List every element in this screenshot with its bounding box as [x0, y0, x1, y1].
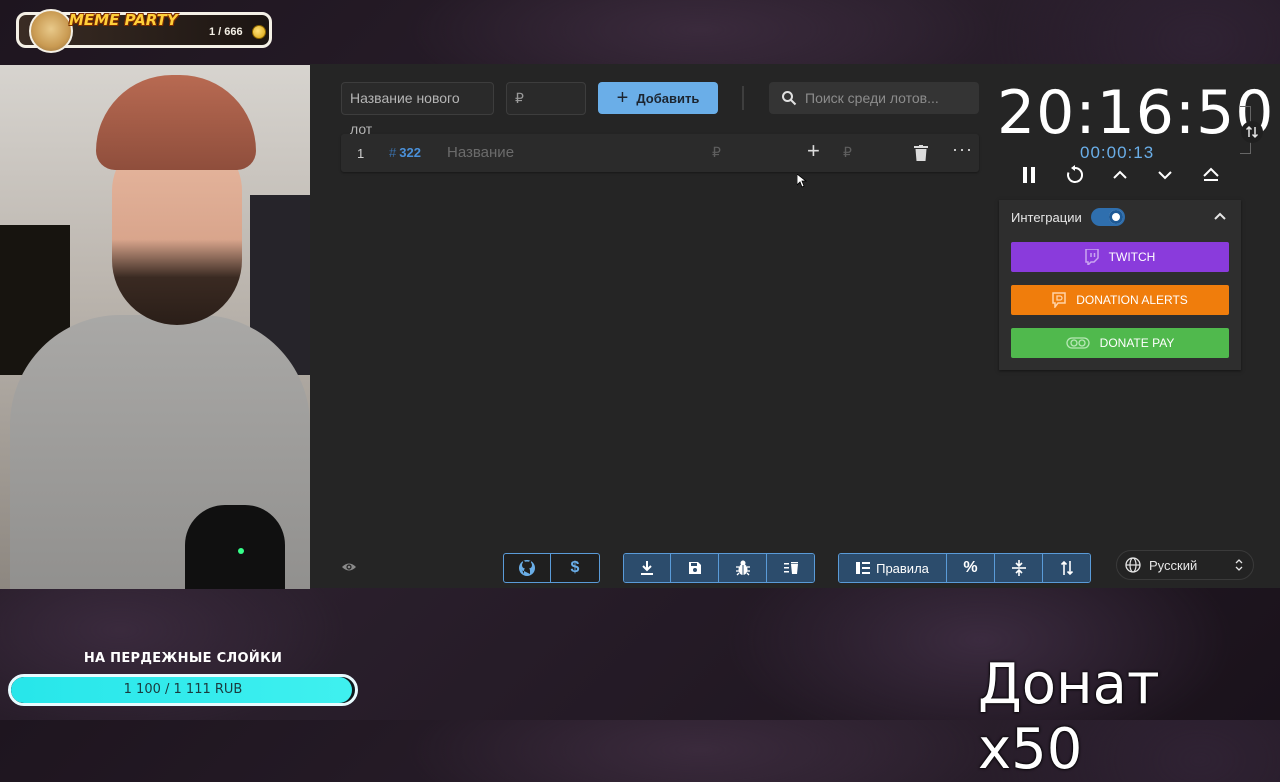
rules-button-label: Правила — [876, 560, 929, 576]
integrations-label: Интеграции — [1011, 210, 1082, 225]
lot-add-amount-input[interactable]: ₽ — [843, 144, 852, 161]
bug-report-button[interactable] — [719, 554, 767, 582]
timer-max-button[interactable] — [1199, 163, 1223, 187]
select-chevron-icon — [1235, 559, 1243, 571]
donate-pay-icon — [1066, 337, 1090, 349]
auction-app: Название нового лот ₽ + Добавить Поиск с… — [310, 64, 1280, 588]
mouse-cursor-icon — [797, 174, 807, 188]
search-placeholder: Поиск среди лотов... — [805, 90, 939, 106]
dollar-icon: $ — [570, 559, 580, 576]
meme-party-title: MEME PARTY — [69, 11, 178, 29]
language-select[interactable]: Русский — [1116, 550, 1254, 580]
donation-goal-title: НА ПЕРДЕЖНЫЕ СЛОЙКИ — [83, 651, 283, 666]
twitch-button-label: TWITCH — [1108, 250, 1156, 264]
auction-timer: 20:16:50 — [997, 78, 1275, 148]
rules-icon — [856, 562, 871, 574]
file-button-group — [623, 553, 815, 583]
links-button-group: $ — [503, 553, 600, 583]
plus-icon: + — [616, 87, 629, 109]
donation-alerts-button[interactable]: DONATION ALERTS — [1011, 285, 1229, 315]
donate-pay-button-label: DONATE PAY — [1099, 336, 1175, 350]
clear-lots-button[interactable] — [767, 554, 814, 582]
donate-button[interactable]: $ — [551, 554, 599, 582]
chevron-up-icon — [1113, 170, 1127, 179]
pause-button[interactable] — [1017, 163, 1041, 187]
chevron-down-icon — [1158, 171, 1172, 180]
donation-alerts-button-label: DONATION ALERTS — [1076, 293, 1188, 307]
sort-button[interactable] — [1043, 554, 1090, 582]
split-icon — [1011, 560, 1026, 576]
sort-icon — [1060, 560, 1073, 576]
timer-swap-icon[interactable] — [1241, 121, 1263, 143]
meme-party-badge: MEME PARTY 1 / 666 — [16, 9, 272, 53]
webcam-microphone — [185, 505, 285, 589]
trash-icon[interactable] — [914, 145, 928, 161]
timer-decrease-button[interactable] — [1153, 163, 1177, 187]
language-select-value: Русский — [1149, 557, 1198, 573]
reset-timer-button[interactable] — [1063, 163, 1087, 187]
lot-index: 1 — [357, 146, 365, 161]
lot-id-value: 322 — [399, 145, 421, 160]
eject-icon — [1203, 167, 1219, 181]
webcam-feed — [0, 65, 310, 589]
twitch-icon — [1084, 249, 1099, 265]
download-button[interactable] — [624, 554, 671, 582]
percent-icon: % — [963, 559, 978, 576]
github-button[interactable] — [504, 554, 551, 582]
new-lot-name-input[interactable]: Название нового лот — [341, 82, 494, 137]
percent-button[interactable]: % — [947, 554, 995, 582]
add-lot-button-label: Добавить — [636, 90, 700, 106]
elapsed-timer: 00:00:13 — [1080, 143, 1155, 162]
chevron-up-icon[interactable] — [1213, 210, 1227, 224]
lot-amount-input[interactable]: ₽ — [712, 144, 721, 161]
doge-avatar-icon — [29, 9, 73, 53]
eye-icon[interactable] — [341, 560, 357, 574]
more-options-icon[interactable]: ··· — [952, 139, 973, 160]
toggle-knob — [1109, 210, 1123, 224]
integrations-panel: Интеграции TWITCH DONATION ALERTS DONATE… — [999, 200, 1241, 370]
bug-icon — [735, 560, 750, 576]
donation-goal-bar: 1 100 / 1 111 RUB — [8, 674, 358, 706]
timer-controls — [1017, 163, 1223, 189]
clear-list-icon — [783, 562, 798, 574]
donate-pay-button[interactable]: DONATE PAY — [1011, 328, 1229, 358]
github-icon — [519, 560, 535, 576]
restart-icon — [1067, 165, 1084, 183]
webcam-streamer-cap — [96, 75, 256, 170]
donation-alerts-icon — [1052, 292, 1066, 308]
split-button[interactable] — [995, 554, 1043, 582]
donation-goal-progress: 1 100 / 1 111 RUB — [123, 682, 243, 697]
hash-icon: # — [389, 145, 397, 160]
lot-id: #322 — [389, 145, 421, 160]
microphone-led — [238, 548, 244, 554]
new-lot-amount-input[interactable]: ₽ — [506, 82, 586, 115]
toolbar-divider — [742, 86, 744, 110]
timer-increase-button[interactable] — [1108, 163, 1132, 187]
save-icon — [688, 562, 701, 574]
twitch-button[interactable]: TWITCH — [1011, 242, 1229, 272]
coin-icon — [252, 25, 266, 39]
search-icon — [782, 91, 797, 106]
pause-icon — [1023, 167, 1035, 183]
add-lot-button[interactable]: + Добавить — [598, 82, 718, 114]
globe-icon — [1125, 557, 1141, 573]
lot-row: 1 #322 Название ₽ + ₽ ··· — [341, 134, 979, 172]
donate-multiplier-caption: Донат x50 — [978, 652, 1160, 782]
lot-add-amount-icon[interactable]: + — [807, 138, 820, 164]
lot-title-input[interactable]: Название — [447, 144, 514, 161]
download-icon — [641, 561, 653, 575]
rules-button[interactable]: Правила — [839, 554, 947, 582]
meme-party-count: 1 / 666 — [209, 26, 243, 38]
integrations-toggle[interactable] — [1091, 208, 1125, 226]
tools-button-group: Правила % — [838, 553, 1091, 583]
save-button[interactable] — [671, 554, 719, 582]
swap-vertical-icon — [1245, 125, 1259, 139]
lot-search-input[interactable]: Поиск среди лотов... — [769, 82, 979, 114]
